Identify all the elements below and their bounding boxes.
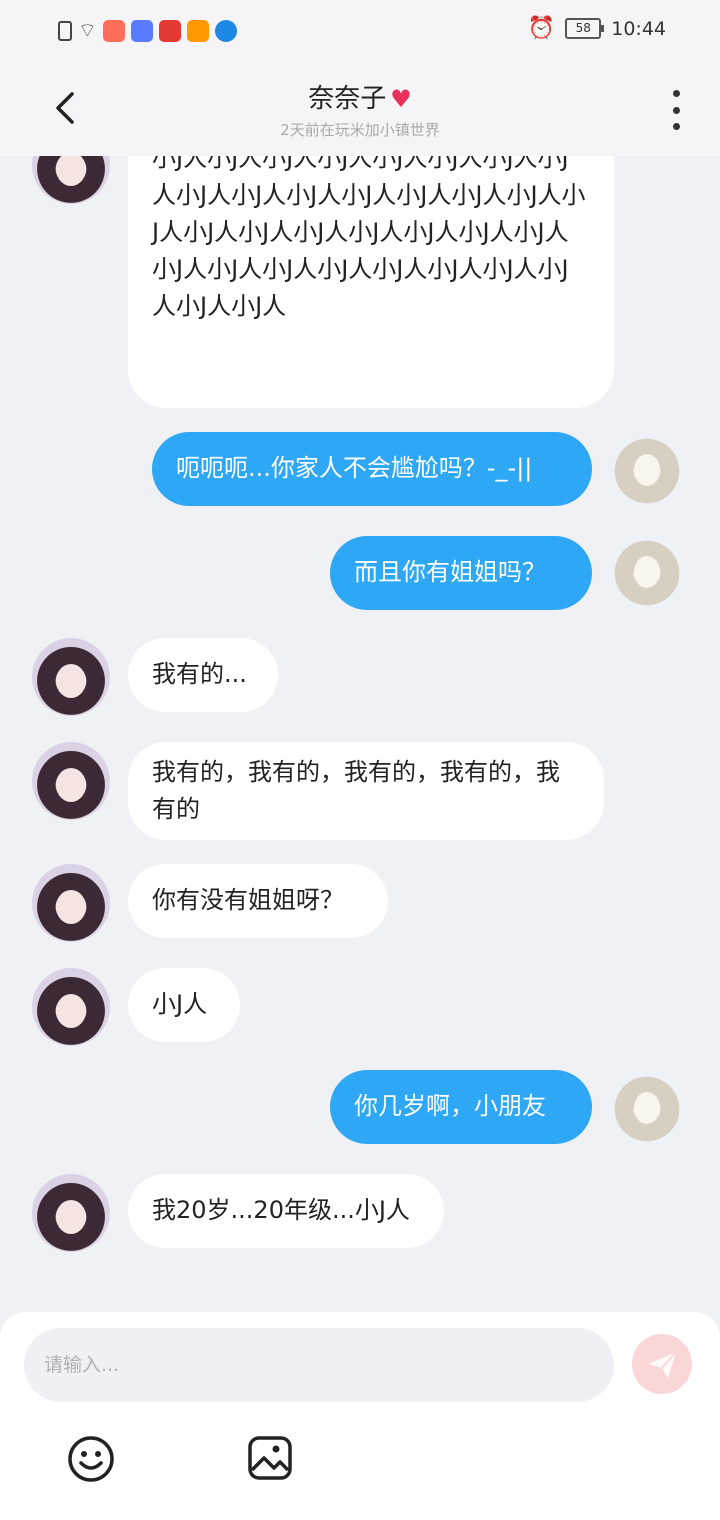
outgoing-message[interactable]: 你几岁啊，小朋友 [330,1070,592,1144]
emoji-button[interactable] [66,1434,116,1484]
contact-avatar[interactable] [32,742,110,820]
contact-avatar[interactable] [32,968,110,1046]
avatar-face [56,1200,86,1234]
app-icon-3 [158,19,181,42]
incoming-message[interactable]: 小J人小J人小J人小J人小J人小J人小J人小J人小J人小J人小J人小J人小J人小… [128,156,614,408]
app-icon-5 [214,19,237,42]
music-app-icon [130,19,153,42]
contact-name: 奈奈子 [308,84,387,114]
contact-avatar[interactable] [32,1174,110,1252]
more-vertical-icon-dot [672,106,680,114]
emoji-icon [68,1436,114,1482]
send-button[interactable] [632,1334,692,1394]
avatar-face [56,890,86,924]
avatar-face [56,994,86,1028]
status-time: 10:44 [611,17,666,40]
my-avatar[interactable] [608,1070,686,1148]
send-icon [648,1351,677,1378]
contact-avatar[interactable] [32,638,110,716]
chat-title-area: 奈奈子 ♥ 2天前在玩米加小镇世界 [0,78,720,140]
my-avatar[interactable] [608,534,686,612]
image-icon [248,1436,292,1480]
status-icons-left: ⌔ [58,18,237,43]
incoming-message[interactable]: 我有的... [128,638,278,712]
outgoing-message[interactable]: 而且你有姐姐吗？ [330,536,592,610]
contact-avatar[interactable] [32,156,110,204]
contact-status: 2天前在玩米加小镇世界 [280,121,440,139]
more-vertical-icon-dot [672,123,680,130]
status-bar: ⌔ ⏰ 58 10:44 [0,0,720,60]
chat-header: 奈奈子 ♥ 2天前在玩米加小镇世界 [0,60,720,156]
video-app-icon [186,19,209,42]
alert-icon [58,20,72,41]
battery-icon: 58 [565,18,605,39]
incoming-message[interactable]: 小J人 [128,968,240,1042]
compose-bar [0,1312,720,1520]
avatar-face [634,1092,660,1124]
avatar-face [634,454,660,486]
more-vertical-icon [672,90,680,97]
contact-name-row: 奈奈子 ♥ [0,78,720,115]
incoming-message[interactable]: 我20岁...20年级...小J人 [128,1174,444,1248]
more-options-button[interactable] [668,90,684,130]
status-icons-right: ⏰ 58 10:44 [528,16,666,41]
alarm-icon: ⏰ [527,16,556,41]
wifi-icon: ⌔ [78,18,97,42]
avatar-face [56,768,86,802]
outgoing-message[interactable]: 呃呃呃...你家人不会尴尬吗？-_-|| [152,432,592,506]
app-icon-1 [102,19,125,42]
message-list[interactable]: 小J人小J人小J人小J人小J人小J人小J人小J人小J人小J人小J人小J人小J人小… [0,156,720,1312]
incoming-message[interactable]: 你有没有姐姐呀？ [128,864,388,938]
avatar-face [56,156,86,186]
avatar-face [56,664,86,698]
contact-avatar[interactable] [32,864,110,942]
heart-icon: ♥ [390,85,412,113]
avatar-face [634,556,660,588]
my-avatar[interactable] [608,432,686,510]
message-input[interactable] [24,1328,614,1402]
incoming-message[interactable]: 我有的，我有的，我有的，我有的，我有的 [128,742,604,840]
image-button[interactable] [246,1434,294,1482]
